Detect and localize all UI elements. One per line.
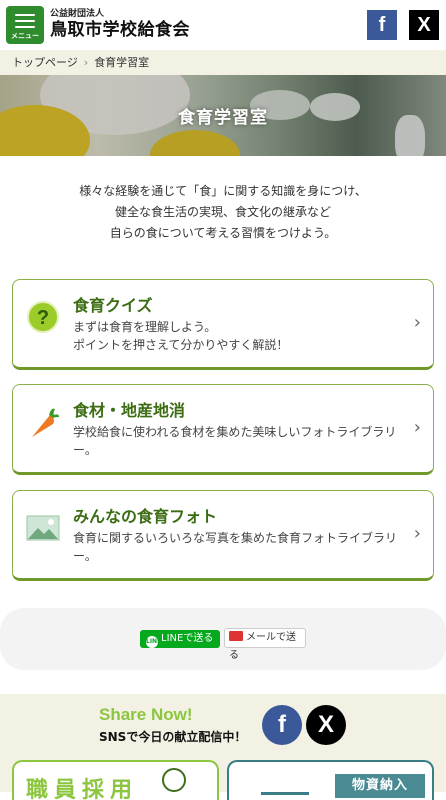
line-share-button[interactable]: LINELINEで送る xyxy=(140,630,220,648)
x-icon[interactable]: X xyxy=(409,10,439,40)
org-name: 鳥取市学校給食会 xyxy=(50,20,190,40)
hamburger-icon xyxy=(15,14,35,32)
supply-banner[interactable]: 物資納入 xyxy=(227,760,434,800)
intro-line: 様々な経験を通じて「食」に関する知識を身につけ、 xyxy=(79,184,367,198)
line-logo-icon: LINE xyxy=(146,636,161,648)
chevron-right-icon: › xyxy=(413,417,421,438)
recruit-banner-label: 職員採用 xyxy=(26,778,139,800)
card-desc-line: ポイントを押さえて分かりやすく解説！ xyxy=(73,338,289,352)
share-now-heading: Share Now! xyxy=(99,705,193,724)
photo-icon xyxy=(26,515,60,541)
envelope-icon xyxy=(229,631,243,641)
card-title: みんなの食育フォト xyxy=(73,507,218,526)
page-title: 食育学習室 xyxy=(178,108,268,128)
line-share-label: LINEで送る xyxy=(161,633,214,644)
breadcrumb-separator: › xyxy=(83,56,89,69)
supply-banner-label: 物資納入 xyxy=(335,774,425,798)
divider xyxy=(261,792,309,795)
site-header: メニュー 公益財団法人 鳥取市学校給食会 f X xyxy=(0,0,446,50)
intro-line: 健全な食生活の実現、食文化の継承など xyxy=(114,205,331,219)
mail-share-button[interactable]: メールで送る xyxy=(224,628,306,661)
card-food-quiz[interactable]: ? 食育クイズ まずは食育を理解しよう。 ポイントを押さえて分かりやすく解説！ … xyxy=(12,279,434,370)
card-local-food[interactable]: 食材・地産地消 学校給食に使われる食材を集めた美味しいフォトライブラリー。 › xyxy=(12,384,434,475)
sns-text: SNSで今日の献立配信中！ xyxy=(99,730,247,744)
menu-button[interactable]: メニュー xyxy=(6,6,44,44)
facebook-icon[interactable]: f xyxy=(367,10,397,40)
card-description: まずは食育を理解しよう。 ポイントを押さえて分かりやすく解説！ xyxy=(73,318,403,354)
svg-text:?: ? xyxy=(37,307,49,329)
site-logo[interactable]: 公益財団法人 鳥取市学校給食会 xyxy=(50,9,190,40)
breadcrumb: トップページ › 食育学習室 xyxy=(0,50,446,75)
menu-label: メニュー xyxy=(11,32,39,40)
card-description: 学校給食に使われる食材を集めた美味しいフォトライブラリー。 xyxy=(73,425,397,457)
card-desc-line: まずは食育を理解しよう。 xyxy=(73,320,217,334)
x-icon[interactable]: X xyxy=(306,705,346,745)
org-type: 公益財団法人 xyxy=(50,9,105,19)
chevron-right-icon: › xyxy=(413,523,421,544)
recruit-banner[interactable]: 職員採用 xyxy=(12,760,219,800)
breadcrumb-home[interactable]: トップページ xyxy=(12,56,78,69)
facebook-icon[interactable]: f xyxy=(262,705,302,745)
card-food-photo[interactable]: みんなの食育フォト 食育に関するいろいろな写真を集めた食育フォトライブラリー。 … xyxy=(12,490,434,581)
carrot-icon xyxy=(32,408,59,437)
hero-banner: 食育学習室 xyxy=(0,75,446,156)
share-box xyxy=(0,608,446,670)
person-icon xyxy=(162,768,186,792)
intro-text: 様々な経験を通じて「食」に関する知識を身につけ、 健全な食生活の実現、食文化の継… xyxy=(0,181,446,244)
breadcrumb-current: 食育学習室 xyxy=(94,56,150,69)
intro-line: 自らの食について考える習慣をつけよう。 xyxy=(109,226,337,240)
card-title: 食育クイズ xyxy=(73,296,153,315)
card-description: 食育に関するいろいろな写真を集めた食育フォトライブラリー。 xyxy=(73,531,398,563)
card-title: 食材・地産地消 xyxy=(73,401,186,420)
question-icon: ? xyxy=(27,301,59,333)
chevron-right-icon: › xyxy=(413,312,421,333)
